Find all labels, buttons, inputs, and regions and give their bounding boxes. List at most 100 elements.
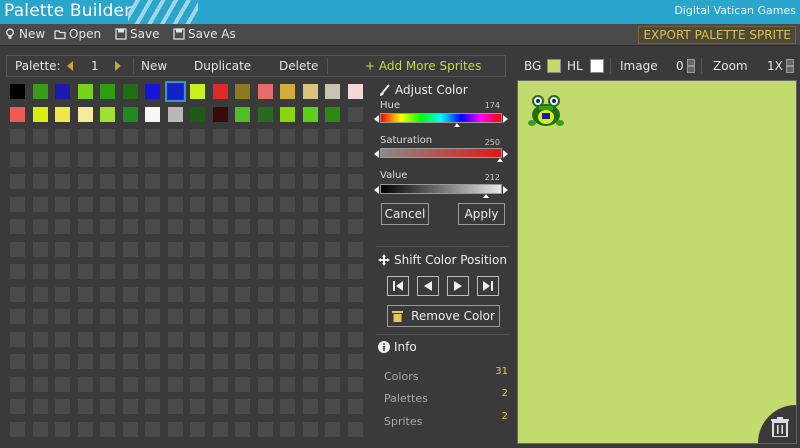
palette-empty-cell[interactable] xyxy=(145,129,160,144)
palette-color-cell[interactable] xyxy=(77,84,93,99)
palette-empty-cell[interactable] xyxy=(55,309,70,324)
palette-color-cell[interactable] xyxy=(10,106,25,122)
palette-empty-cell[interactable] xyxy=(280,151,295,167)
palette-empty-cell[interactable] xyxy=(280,219,295,234)
palette-empty-cell[interactable] xyxy=(10,264,25,279)
shift-right-button[interactable] xyxy=(447,276,469,296)
palette-empty-cell[interactable] xyxy=(302,309,318,324)
palette-color-cell[interactable] xyxy=(77,106,93,122)
palette-empty-cell[interactable] xyxy=(10,174,25,189)
palette-empty-cell[interactable] xyxy=(212,421,228,437)
palette-empty-cell[interactable] xyxy=(280,129,295,144)
palette-empty-cell[interactable] xyxy=(280,354,295,369)
palette-empty-cell[interactable] xyxy=(212,241,228,257)
palette-empty-cell[interactable] xyxy=(32,421,48,437)
palette-empty-cell[interactable] xyxy=(55,354,70,369)
palette-empty-cell[interactable] xyxy=(122,331,138,347)
palette-color-cell[interactable] xyxy=(302,106,318,122)
palette-empty-cell[interactable] xyxy=(257,264,273,279)
palette-empty-cell[interactable] xyxy=(280,286,295,302)
palette-color-cell[interactable] xyxy=(325,106,340,122)
palette-empty-cell[interactable] xyxy=(32,174,48,189)
palette-empty-cell[interactable] xyxy=(280,196,295,212)
shift-last-button[interactable] xyxy=(477,276,499,296)
delete-sprite-button[interactable] xyxy=(758,405,796,443)
palette-color-cell[interactable] xyxy=(212,106,228,122)
palette-empty-cell[interactable] xyxy=(190,264,205,279)
palette-empty-cell[interactable] xyxy=(347,196,363,212)
palette-empty-cell[interactable] xyxy=(212,354,228,369)
palette-empty-cell[interactable] xyxy=(325,376,340,392)
palette-empty-cell[interactable] xyxy=(100,129,115,144)
palette-empty-cell[interactable] xyxy=(302,174,318,189)
palette-color-cell[interactable] xyxy=(190,84,205,99)
palette-empty-cell[interactable] xyxy=(190,129,205,144)
palette-empty-cell[interactable] xyxy=(167,219,183,234)
palette-empty-cell[interactable] xyxy=(77,421,93,437)
palette-empty-cell[interactable] xyxy=(32,129,48,144)
palette-empty-cell[interactable] xyxy=(10,309,25,324)
palette-empty-cell[interactable] xyxy=(325,174,340,189)
zoom-stepper[interactable] xyxy=(786,59,794,73)
palette-empty-cell[interactable] xyxy=(302,399,318,414)
palette-empty-cell[interactable] xyxy=(32,331,48,347)
palette-empty-cell[interactable] xyxy=(257,354,273,369)
palette-color-cell[interactable] xyxy=(164,81,186,102)
palette-empty-cell[interactable] xyxy=(235,331,250,347)
palette-empty-cell[interactable] xyxy=(122,241,138,257)
palette-empty-cell[interactable] xyxy=(32,241,48,257)
palette-empty-cell[interactable] xyxy=(100,174,115,189)
palette-empty-cell[interactable] xyxy=(257,309,273,324)
value-slider[interactable] xyxy=(374,184,508,198)
palette-empty-cell[interactable] xyxy=(122,151,138,167)
palette-empty-cell[interactable] xyxy=(302,219,318,234)
palette-empty-cell[interactable] xyxy=(100,331,115,347)
palette-empty-cell[interactable] xyxy=(10,331,25,347)
palette-empty-cell[interactable] xyxy=(145,399,160,414)
palette-empty-cell[interactable] xyxy=(122,129,138,144)
palette-empty-cell[interactable] xyxy=(347,309,363,324)
palette-empty-cell[interactable] xyxy=(122,196,138,212)
palette-empty-cell[interactable] xyxy=(235,264,250,279)
palette-empty-cell[interactable] xyxy=(145,309,160,324)
palette-empty-cell[interactable] xyxy=(122,286,138,302)
palette-empty-cell[interactable] xyxy=(77,129,93,144)
hue-slider-knob[interactable] xyxy=(454,123,460,127)
palette-empty-cell[interactable] xyxy=(280,264,295,279)
palette-empty-cell[interactable] xyxy=(145,286,160,302)
export-palette-sprite-button[interactable]: EXPORT PALETTE SPRITE xyxy=(638,26,796,44)
palette-empty-cell[interactable] xyxy=(347,354,363,369)
palette-empty-cell[interactable] xyxy=(257,196,273,212)
palette-empty-cell[interactable] xyxy=(55,286,70,302)
palette-color-cell[interactable] xyxy=(55,84,70,99)
cancel-button[interactable]: Cancel xyxy=(381,203,429,225)
shift-first-button[interactable] xyxy=(387,276,409,296)
palette-color-cell[interactable] xyxy=(145,106,160,122)
palette-empty-cell[interactable] xyxy=(77,196,93,212)
palette-empty-cell[interactable] xyxy=(55,331,70,347)
palette-empty-cell[interactable] xyxy=(10,196,25,212)
palette-empty-cell[interactable] xyxy=(77,376,93,392)
palette-empty-cell[interactable] xyxy=(190,196,205,212)
palette-empty-cell[interactable] xyxy=(347,286,363,302)
palette-color-cell[interactable] xyxy=(235,84,250,99)
save-as-button[interactable]: Save As xyxy=(173,27,236,41)
palette-empty-cell[interactable] xyxy=(32,264,48,279)
palette-empty-cell[interactable] xyxy=(77,219,93,234)
palette-empty-cell[interactable] xyxy=(10,354,25,369)
palette-empty-cell[interactable] xyxy=(77,286,93,302)
palette-empty-cell[interactable] xyxy=(325,241,340,257)
palette-empty-cell[interactable] xyxy=(257,399,273,414)
hue-slider[interactable] xyxy=(374,113,508,127)
palette-empty-cell[interactable] xyxy=(257,174,273,189)
palette-empty-cell[interactable] xyxy=(32,354,48,369)
palette-empty-cell[interactable] xyxy=(325,399,340,414)
palette-empty-cell[interactable] xyxy=(212,376,228,392)
palette-empty-cell[interactable] xyxy=(145,151,160,167)
palette-empty-cell[interactable] xyxy=(302,151,318,167)
palette-empty-cell[interactable] xyxy=(347,106,363,122)
palette-empty-cell[interactable] xyxy=(100,376,115,392)
palette-empty-cell[interactable] xyxy=(190,151,205,167)
frog-sprite-image[interactable] xyxy=(528,91,564,129)
palette-empty-cell[interactable] xyxy=(347,421,363,437)
